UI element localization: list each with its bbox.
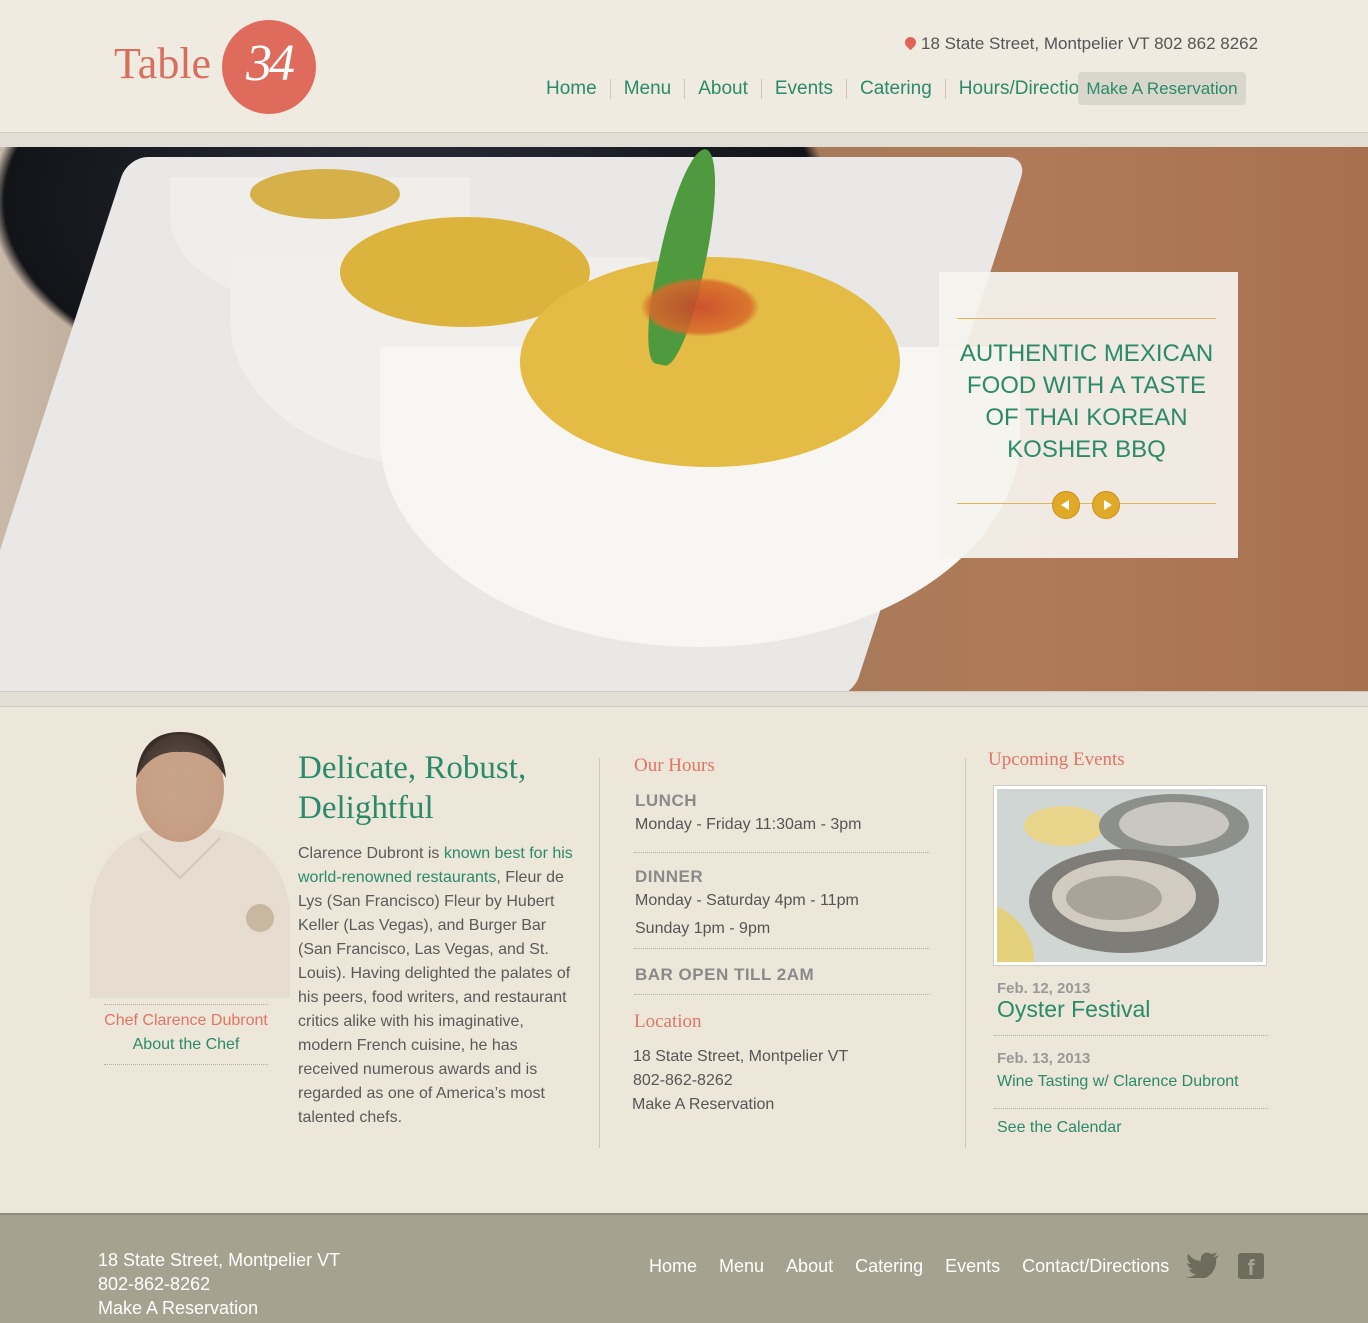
hero-divider bbox=[0, 691, 1368, 707]
hero-paprika bbox=[640, 277, 760, 337]
footer-reservation-link[interactable]: Make A Reservation bbox=[98, 1298, 258, 1319]
lunch-hours: Monday - Friday 11:30am - 3pm bbox=[635, 816, 862, 833]
hero-caption: Authentic Mexican Food with a taste of T… bbox=[959, 340, 1214, 463]
main-nav: Home Menu About Events Catering Hours/Di… bbox=[533, 76, 1112, 102]
footer-nav-about[interactable]: About bbox=[775, 1256, 844, 1277]
hero-caption-rule-top bbox=[957, 318, 1216, 319]
header-address: 18 State Street, Montpelier VT 802 862 8… bbox=[902, 34, 1259, 54]
nav-about[interactable]: About bbox=[684, 79, 761, 99]
lunch-label: LUNCH bbox=[635, 791, 697, 810]
footer-nav-contact[interactable]: Contact/Directions bbox=[1011, 1256, 1180, 1277]
event-2-title[interactable]: Wine Tasting w/ Clarence Dubront bbox=[997, 1073, 1239, 1091]
facebook-icon[interactable]: f bbox=[1238, 1253, 1264, 1280]
column-divider-1 bbox=[599, 758, 600, 1148]
events-title: Upcoming Events bbox=[988, 749, 1125, 770]
make-reservation-button[interactable]: Make A Reservation bbox=[1078, 72, 1246, 105]
location-reservation-link[interactable]: Make A Reservation bbox=[632, 1096, 774, 1114]
intro-title: Delicate, Robust, Delightful bbox=[298, 750, 527, 826]
dinner-label: DINNER bbox=[635, 867, 704, 886]
hours-divider-2 bbox=[634, 948, 930, 949]
location-address: 18 State Street, Montpelier VT bbox=[633, 1048, 849, 1065]
footer-nav: Home Menu About Catering Events Contact/… bbox=[638, 1256, 1180, 1277]
event-photo-oysters[interactable] bbox=[993, 785, 1267, 966]
hero-caption-rule-bottom bbox=[957, 503, 1216, 504]
arrow-right-icon bbox=[1104, 500, 1112, 510]
chef-photo bbox=[80, 728, 290, 998]
intro-body-start: Clarence Dubront is bbox=[298, 845, 444, 862]
nav-catering[interactable]: Catering bbox=[845, 79, 945, 99]
logo-number: 34 bbox=[246, 35, 295, 92]
twitter-icon[interactable] bbox=[1186, 1252, 1220, 1280]
nav-home[interactable]: Home bbox=[533, 79, 610, 99]
event-1-date: Feb. 12, 2013 bbox=[997, 980, 1091, 997]
intro-body: Clarence Dubront is known best for his w… bbox=[298, 842, 578, 1130]
bar-hours: BAR OPEN TILL 2AM bbox=[635, 965, 815, 984]
hero-yolk-far bbox=[250, 169, 400, 219]
event-1-title[interactable]: Oyster Festival bbox=[997, 996, 1150, 1023]
logo-wordmark[interactable]: Table bbox=[114, 38, 211, 89]
header-divider bbox=[0, 132, 1368, 148]
slider-prev-button[interactable] bbox=[1052, 491, 1080, 519]
chef-divider-bottom bbox=[104, 1064, 268, 1065]
dinner-hours-sunday: Sunday 1pm - 9pm bbox=[635, 920, 771, 937]
chef-divider-top bbox=[104, 1004, 268, 1005]
about-chef-link[interactable]: About the Chef bbox=[104, 1036, 268, 1054]
hours-divider-1 bbox=[634, 852, 930, 853]
hours-title: Our Hours bbox=[634, 755, 715, 776]
footer-nav-home[interactable]: Home bbox=[638, 1256, 708, 1277]
location-phone: 802-862-8262 bbox=[633, 1072, 733, 1089]
event-2-date: Feb. 13, 2013 bbox=[997, 1050, 1091, 1067]
see-calendar-link[interactable]: See the Calendar bbox=[997, 1119, 1122, 1137]
events-divider-2 bbox=[994, 1108, 1268, 1109]
footer-nav-events[interactable]: Events bbox=[934, 1256, 1011, 1277]
column-divider-2 bbox=[965, 758, 966, 1148]
nav-events[interactable]: Events bbox=[760, 79, 846, 99]
location-title: Location bbox=[634, 1011, 702, 1032]
footer-address: 18 State Street, Montpelier VT bbox=[98, 1250, 341, 1270]
footer-phone: 802-862-8262 bbox=[98, 1274, 211, 1294]
nav-menu[interactable]: Menu bbox=[609, 79, 685, 99]
events-divider-1 bbox=[994, 1035, 1268, 1036]
dinner-hours-weekday: Monday - Saturday 4pm - 11pm bbox=[635, 892, 859, 909]
header-address-text: 18 State Street, Montpelier VT 802 862 8… bbox=[921, 34, 1259, 53]
arrow-left-icon bbox=[1061, 500, 1069, 510]
chef-name: Chef Clarence Dubront bbox=[104, 1012, 268, 1029]
slider-next-button[interactable] bbox=[1092, 491, 1120, 519]
footer-nav-catering[interactable]: Catering bbox=[844, 1256, 934, 1277]
map-pin-icon bbox=[902, 34, 919, 51]
footer-nav-menu[interactable]: Menu bbox=[708, 1256, 775, 1277]
intro-body-end: , Fleur de Lys (San Francisco) Fleur by … bbox=[298, 869, 571, 1126]
hours-divider-3 bbox=[634, 994, 930, 995]
